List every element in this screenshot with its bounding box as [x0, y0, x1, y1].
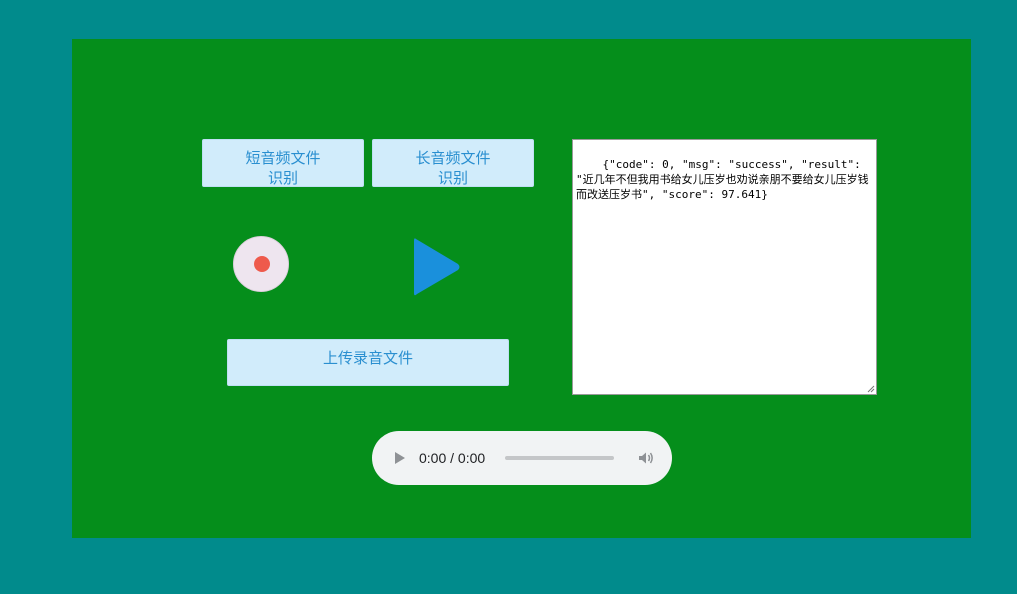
short-audio-button-label-line2: 识别	[267, 169, 298, 187]
resize-grip-icon[interactable]	[866, 384, 875, 393]
audio-time-display: 0:00 / 0:00	[419, 450, 486, 466]
long-audio-button-label-line2: 识别	[437, 169, 468, 187]
audio-progress-bar[interactable]	[505, 456, 614, 460]
long-audio-button-label-line1: 长音频文件	[415, 149, 491, 167]
short-audio-recognition-button[interactable]: 短音频文件 识别	[202, 139, 364, 187]
short-audio-button-label-line1: 短音频文件	[245, 149, 321, 167]
result-textarea[interactable]: {"code": 0, "msg": "success", "result": …	[572, 139, 877, 395]
upload-recording-button[interactable]: 上传录音文件	[227, 339, 509, 386]
main-panel: 短音频文件 识别 长音频文件 识别 上传录音文件 {"code": 0, "ms…	[72, 39, 971, 538]
record-button[interactable]	[233, 236, 289, 292]
volume-icon[interactable]	[637, 449, 655, 467]
upload-button-label: 上传录音文件	[322, 349, 413, 367]
audio-play-icon[interactable]	[394, 451, 406, 465]
record-icon	[254, 256, 270, 272]
long-audio-recognition-button[interactable]: 长音频文件 识别	[372, 139, 534, 187]
play-icon[interactable]	[412, 235, 462, 299]
result-text: {"code": 0, "msg": "success", "result": …	[576, 158, 869, 201]
audio-player: 0:00 / 0:00	[372, 431, 672, 485]
